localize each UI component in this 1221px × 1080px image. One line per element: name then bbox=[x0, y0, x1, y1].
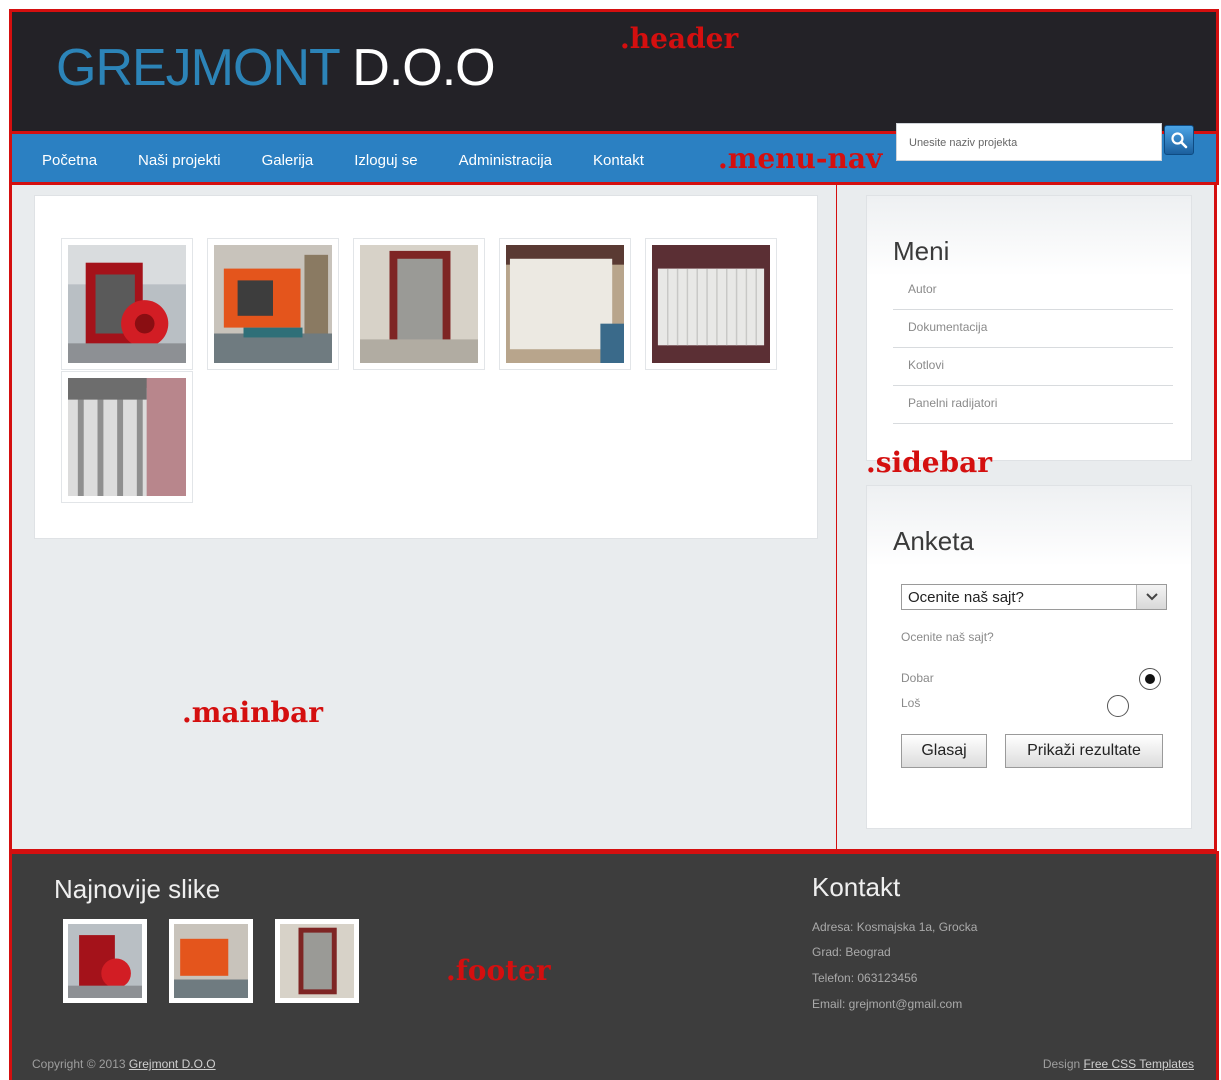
gallery-thumb[interactable] bbox=[207, 238, 339, 370]
logo-text-brand: GREJMONT bbox=[56, 39, 340, 97]
photo-gallery bbox=[34, 195, 818, 539]
header: GREJMONT D.O.O bbox=[9, 9, 1219, 133]
design-text: Design bbox=[1042, 1057, 1084, 1071]
menu-panel: Meni Autor Dokumentacija Kotlovi Panelni… bbox=[866, 195, 1192, 461]
footer: Najnovije slike Kontakt Adresa: Kosmajsk… bbox=[9, 851, 1219, 1080]
menu-item-logout[interactable]: Izloguj se bbox=[354, 152, 417, 169]
poll-option-good-radio[interactable] bbox=[1139, 668, 1161, 690]
gallery-thumb[interactable] bbox=[353, 238, 485, 370]
poll-question: Ocenite naš sajt? bbox=[901, 630, 994, 644]
gallery-thumb[interactable] bbox=[61, 371, 193, 503]
menu-item-administration[interactable]: Administracija bbox=[459, 152, 552, 169]
menu-item-home[interactable]: Početna bbox=[42, 152, 97, 169]
footer-thumb[interactable] bbox=[63, 919, 147, 1003]
footer-photo-doorframe bbox=[280, 924, 354, 998]
menu-item-contact[interactable]: Kontakt bbox=[593, 152, 644, 169]
show-results-button[interactable]: Prikaži rezultate bbox=[1005, 734, 1163, 768]
design-link[interactable]: Free CSS Templates bbox=[1084, 1057, 1195, 1071]
footer-region-label: .footer bbox=[446, 954, 551, 987]
logo-text-suffix: D.O.O bbox=[338, 39, 495, 97]
contact-title: Kontakt bbox=[812, 872, 901, 902]
poll-select[interactable]: Ocenite naš sajt? bbox=[901, 584, 1167, 610]
menu-panel-title: Meni bbox=[893, 236, 950, 266]
menu-item-projects[interactable]: Naši projekti bbox=[138, 152, 221, 169]
poll-select-value: Ocenite naš sajt? bbox=[908, 589, 1024, 606]
photo-doorframe bbox=[360, 245, 478, 363]
gallery-thumb[interactable] bbox=[61, 238, 193, 370]
photo-boiler-orange bbox=[214, 245, 332, 363]
mainbar bbox=[9, 185, 839, 852]
contact-email: Email: grejmont@gmail.com bbox=[812, 997, 963, 1011]
page: GREJMONT D.O.O .header Početna Naši proj… bbox=[0, 0, 1221, 1080]
contact-phone: Telefon: 063123456 bbox=[812, 971, 918, 985]
latest-images-title: Najnovije slike bbox=[54, 874, 221, 904]
gallery-thumb[interactable] bbox=[499, 238, 631, 370]
menu-items: Početna Naši projekti Galerija Izloguj s… bbox=[42, 152, 685, 169]
sidebar-link-panel-radiators[interactable]: Panelni radijatori bbox=[893, 386, 1173, 424]
footer-thumb[interactable] bbox=[169, 919, 253, 1003]
sidebar-region-label: .sidebar bbox=[866, 446, 993, 479]
search-icon bbox=[1171, 132, 1188, 149]
sidebar-link-author[interactable]: Autor bbox=[893, 272, 1173, 310]
design-credit: Design Free CSS Templates bbox=[1043, 1057, 1194, 1071]
chevron-down-icon bbox=[1136, 585, 1166, 609]
menu-region-label: .menu-nav bbox=[718, 142, 883, 175]
search-input[interactable]: Unesite naziv projekta bbox=[896, 123, 1162, 161]
sidebar-link-boilers[interactable]: Kotlovi bbox=[893, 348, 1173, 386]
footer-photo-boiler-orange bbox=[174, 924, 248, 998]
footer-photo-boiler-red bbox=[68, 924, 142, 998]
footer-thumb[interactable] bbox=[275, 919, 359, 1003]
poll-option-good-label: Dobar bbox=[901, 671, 934, 685]
poll-panel: Anketa Ocenite naš sajt? Ocenite naš saj… bbox=[866, 485, 1192, 829]
poll-option-bad-label: Loš bbox=[901, 696, 921, 710]
copyright-text: Copyright © 2013 bbox=[32, 1057, 129, 1071]
gallery-thumb[interactable] bbox=[645, 238, 777, 370]
sidebar: Meni Autor Dokumentacija Kotlovi Panelni… bbox=[837, 185, 1217, 852]
photo-radiator-closeup bbox=[68, 378, 186, 496]
search-button[interactable] bbox=[1164, 125, 1194, 155]
copyright: Copyright © 2013 Grejmont D.O.O bbox=[32, 1057, 216, 1071]
copyright-link[interactable]: Grejmont D.O.O bbox=[129, 1057, 216, 1071]
poll-panel-title: Anketa bbox=[893, 526, 974, 556]
photo-boiler-red bbox=[68, 245, 186, 363]
mainbar-region-label: .mainbar bbox=[182, 696, 323, 729]
photo-panel-radiator bbox=[506, 245, 624, 363]
poll-option-bad-radio[interactable] bbox=[1107, 695, 1129, 717]
menu-nav: Početna Naši projekti Galerija Izloguj s… bbox=[9, 123, 1219, 185]
photo-radiator-white bbox=[652, 245, 770, 363]
menu-item-gallery[interactable]: Galerija bbox=[262, 152, 314, 169]
site-logo[interactable]: GREJMONT D.O.O bbox=[56, 39, 496, 97]
contact-city: Grad: Beograd bbox=[812, 945, 891, 959]
vote-button[interactable]: Glasaj bbox=[901, 734, 987, 768]
sidebar-link-documentation[interactable]: Dokumentacija bbox=[893, 310, 1173, 348]
header-region-label: .header bbox=[620, 22, 739, 55]
contact-address: Adresa: Kosmajska 1a, Grocka bbox=[812, 920, 978, 934]
